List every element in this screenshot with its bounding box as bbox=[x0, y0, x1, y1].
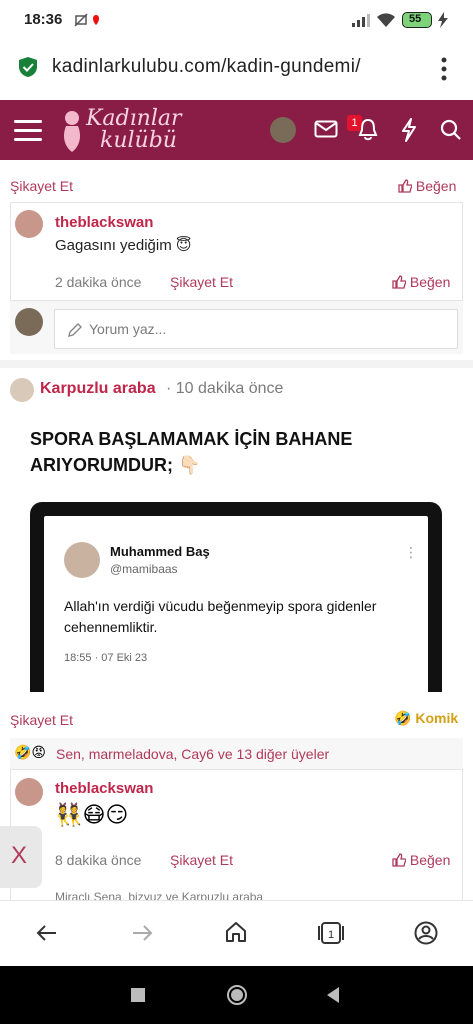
signal-icon bbox=[352, 14, 370, 27]
reaction-emoji-icons: 🤣😡 bbox=[14, 744, 47, 760]
comment-input-placeholder: Yorum yaz... bbox=[89, 321, 167, 337]
comment-card: Şikayet Et Beğen theblackswan Gagasını y… bbox=[0, 160, 473, 360]
search-icon[interactable] bbox=[440, 119, 462, 141]
site-header: Kadınlar kulübü 1 bbox=[0, 100, 473, 160]
reaction-summary[interactable]: Sen, marmeladova, Cay6 ve 13 diğer üyele… bbox=[56, 746, 329, 762]
secure-lock-icon[interactable] bbox=[18, 56, 38, 78]
post-time: · 10 dakika önce bbox=[166, 380, 284, 397]
reaction-summary-row[interactable]: 🤣😡 Sen, marmeladova, Cay6 ve 13 diğer üy… bbox=[10, 738, 463, 770]
reply-emojis: 👯😷😏 bbox=[55, 802, 129, 827]
reply-text: Gagasını yediğim 😇 bbox=[55, 237, 192, 254]
back-arrow-icon[interactable] bbox=[36, 923, 58, 943]
avatar[interactable] bbox=[15, 778, 43, 806]
home-icon[interactable] bbox=[225, 921, 247, 943]
post-image[interactable]: SPORA BAŞLAMAMAK İÇİN BAHANE ARIYORUMDUR… bbox=[10, 410, 463, 692]
battery-icon: 55 bbox=[402, 12, 432, 28]
tweet-time: 18:55 · 07 Eki 23 bbox=[64, 652, 148, 664]
image-headline: SPORA BAŞLAMAMAK İÇİN BAHANE ARIYORUMDUR… bbox=[30, 429, 353, 475]
status-bar: 18:36 55 bbox=[0, 0, 473, 40]
reply-reaction-partial[interactable]: Miraclı Sena, bizyuz ve Karpuzlu araba bbox=[55, 890, 263, 900]
browser-bottom-toolbar: 1 bbox=[0, 900, 473, 966]
reply-like-button[interactable]: Beğen bbox=[392, 852, 450, 868]
reply-report-link[interactable]: Şikayet Et bbox=[170, 852, 233, 868]
tabs-icon[interactable]: 1 bbox=[317, 920, 345, 946]
post-author-avatar[interactable] bbox=[10, 378, 34, 402]
image-phone-frame: Muhammed Baş @mamibaas ⋮ Allah'ın verdiğ… bbox=[30, 502, 442, 692]
lightning-icon[interactable] bbox=[400, 118, 418, 142]
tweet-screenshot: Muhammed Baş @mamibaas ⋮ Allah'ın verdiğ… bbox=[44, 516, 428, 692]
home-circle-icon[interactable] bbox=[226, 984, 248, 1006]
account-icon[interactable] bbox=[414, 921, 438, 945]
logo-text-line2: kulübü bbox=[100, 128, 177, 153]
forward-arrow-icon[interactable] bbox=[131, 923, 153, 943]
avatar bbox=[15, 308, 43, 336]
post-card: Karpuzlu araba · 10 dakika önce SPORA BA… bbox=[0, 368, 473, 900]
user-avatar[interactable] bbox=[270, 117, 296, 143]
url-text[interactable]: kadinlarkulubu.com/kadin-gundemi/ bbox=[52, 56, 361, 78]
back-triangle-icon[interactable] bbox=[325, 986, 341, 1004]
thumbs-up-icon bbox=[392, 275, 407, 289]
reply-time[interactable]: 2 dakika önce bbox=[55, 274, 141, 290]
post-report-link[interactable]: Şikayet Et bbox=[10, 712, 73, 728]
svg-text:1: 1 bbox=[328, 929, 334, 941]
tweet-name: Muhammed Baş bbox=[110, 544, 210, 559]
post-author[interactable]: Karpuzlu araba bbox=[40, 380, 156, 398]
reply-author[interactable]: theblackswan bbox=[55, 214, 153, 231]
reaction-button[interactable]: 🤣 Komik bbox=[394, 710, 458, 727]
status-notification-icons bbox=[74, 13, 99, 27]
laughing-emoji-icon: 🤣 bbox=[394, 710, 412, 726]
charging-icon bbox=[438, 12, 448, 28]
reply-report-link[interactable]: Şikayet Et bbox=[170, 274, 233, 290]
browser-menu-icon[interactable] bbox=[436, 56, 452, 82]
page-content: Şikayet Et Beğen theblackswan Gagasını y… bbox=[0, 160, 473, 900]
report-link[interactable]: Şikayet Et bbox=[10, 178, 73, 194]
tweet-more-icon: ⋮ bbox=[404, 544, 418, 560]
bell-icon[interactable] bbox=[357, 118, 379, 142]
logo-figure-icon bbox=[64, 111, 80, 152]
tweet-avatar bbox=[64, 542, 100, 578]
tweet-handle: @mamibaas bbox=[110, 562, 178, 576]
thumbs-up-icon bbox=[392, 853, 407, 867]
pencil-icon bbox=[68, 323, 82, 337]
reply-author[interactable]: theblackswan bbox=[55, 780, 153, 797]
hamburger-menu-icon[interactable] bbox=[14, 118, 42, 142]
close-icon[interactable]: X bbox=[11, 842, 27, 870]
comment-input[interactable]: Yorum yaz... bbox=[54, 309, 458, 349]
status-time: 18:36 bbox=[24, 11, 63, 28]
tweet-text: Allah'ın verdiği vücudu beğenmeyip spora… bbox=[64, 598, 377, 635]
side-close-tab[interactable]: X bbox=[0, 826, 42, 888]
recents-icon[interactable] bbox=[131, 988, 145, 1002]
avatar[interactable] bbox=[15, 210, 43, 238]
wifi-icon bbox=[377, 13, 395, 27]
thumbs-up-icon bbox=[398, 179, 413, 193]
reply-time[interactable]: 8 dakika önce bbox=[55, 852, 141, 868]
site-logo[interactable]: Kadınlar kulübü bbox=[60, 104, 190, 156]
system-navigation-bar bbox=[0, 966, 473, 1024]
reply-like-button[interactable]: Beğen bbox=[392, 274, 450, 290]
like-button[interactable]: Beğen bbox=[398, 178, 456, 194]
mail-icon[interactable] bbox=[314, 120, 338, 138]
